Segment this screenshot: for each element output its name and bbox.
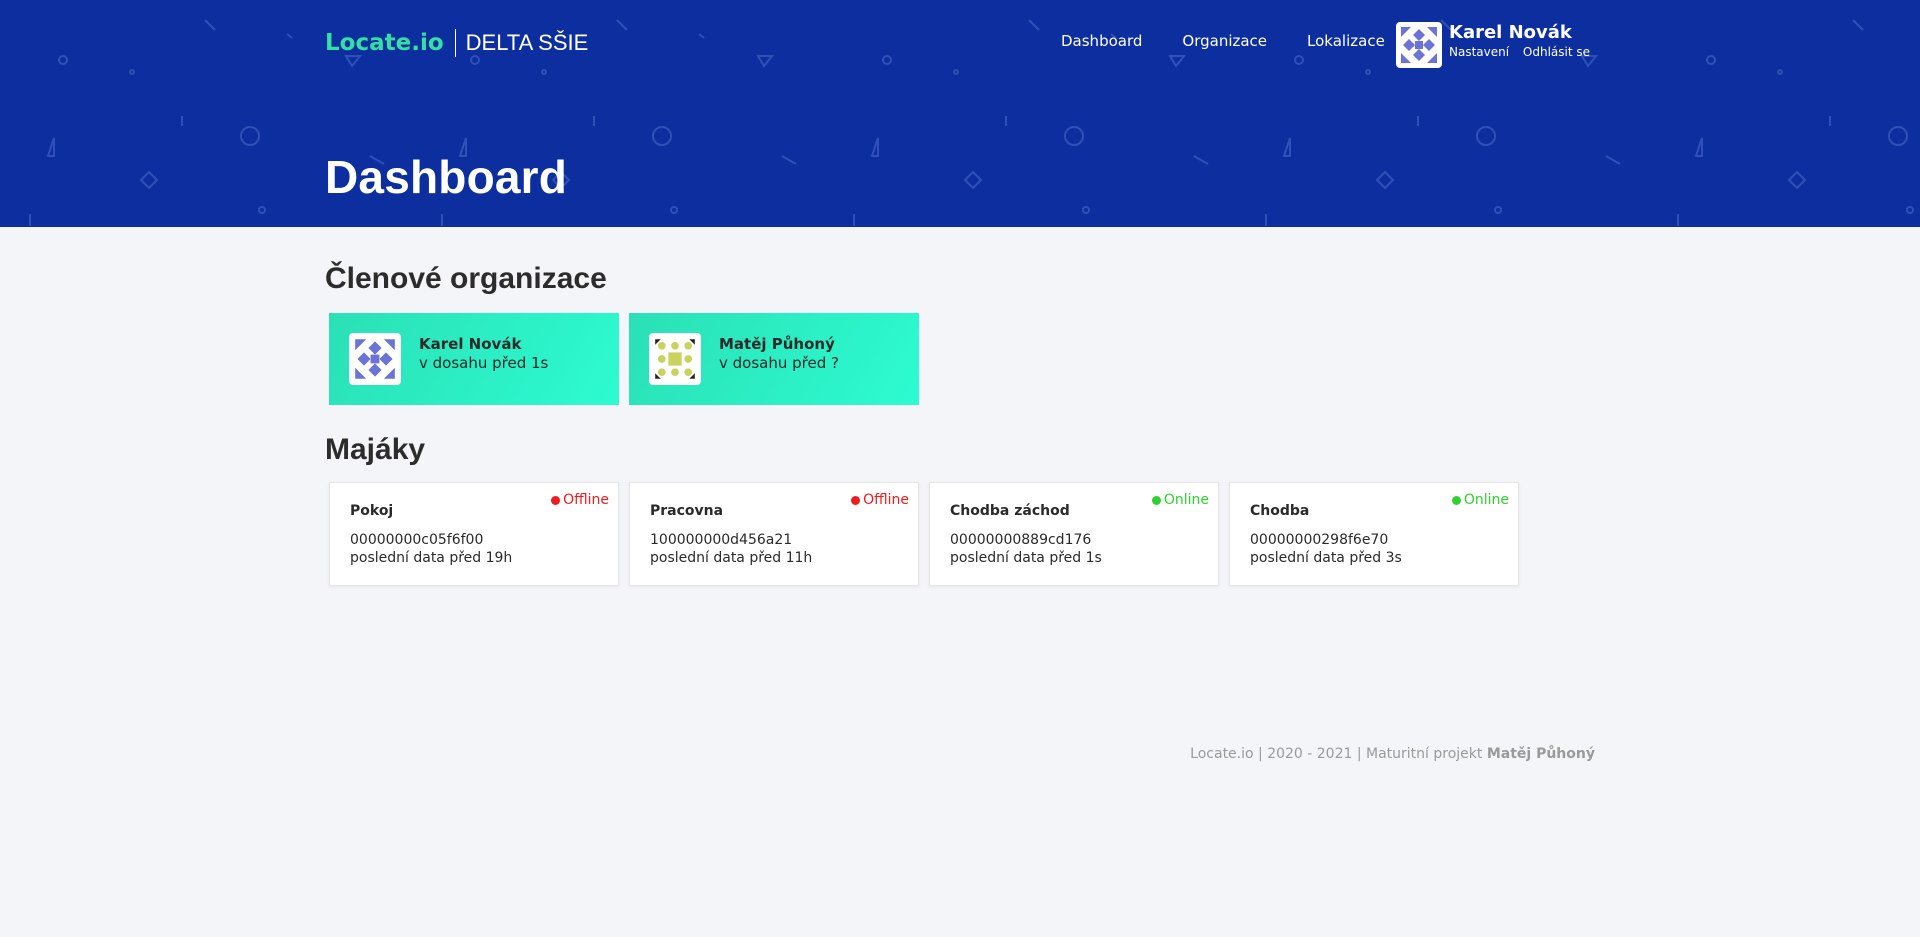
pattern-shape	[240, 126, 260, 146]
pattern-shape	[1888, 126, 1908, 146]
status-dot-icon	[551, 495, 561, 505]
pattern-shape	[1494, 206, 1502, 214]
status-badge: Offline	[851, 492, 909, 508]
status-badge: Online	[1451, 492, 1509, 508]
pattern-shape	[1193, 155, 1209, 165]
nav-item-organizace[interactable]: Organizace	[1182, 32, 1267, 50]
status-badge: Online	[1151, 492, 1209, 508]
beacon-last-data: poslední data před 19h	[350, 550, 513, 566]
beacon-card[interactable]: Offline Pokoj 00000000c05f6f00 poslední …	[329, 482, 619, 586]
pattern-shape	[139, 170, 159, 190]
pattern-shape	[1906, 206, 1914, 214]
pattern-shape	[1706, 55, 1716, 65]
brand-logo[interactable]: Locate.io	[325, 30, 444, 56]
pattern-shape	[670, 206, 678, 214]
footer: Locate.io | 2020 - 2021 | Maturitní proj…	[1000, 746, 1595, 762]
top-bar: Locate.io DELTA SŠIE Dashboard Organizac…	[325, 22, 1600, 82]
beacon-id: 00000000c05f6f00	[350, 532, 484, 548]
member-name: Matěj Půhoný	[719, 335, 835, 353]
pattern-shape	[1282, 137, 1291, 157]
member-avatar	[349, 333, 401, 385]
logout-link[interactable]: Odhlásit se	[1523, 45, 1590, 59]
brand-separator	[454, 29, 456, 57]
pattern-shape	[1082, 206, 1090, 214]
organization-name: DELTA SŠIE	[465, 30, 589, 55]
beacons-section-title: Majáky	[325, 433, 426, 466]
hero-header: Locate.io DELTA SŠIE Dashboard Organizac…	[0, 0, 1920, 227]
status-label: Offline	[863, 492, 909, 508]
member-last-seen: v dosahu před 1s	[419, 354, 549, 372]
status-dot-icon	[1451, 495, 1461, 505]
pattern-shape	[870, 137, 879, 157]
pattern-shape	[1777, 69, 1783, 75]
pattern-shape	[204, 19, 216, 31]
beacon-id: 00000000889cd176	[950, 532, 1092, 548]
footer-author: Matěj Půhoný	[1486, 746, 1595, 762]
pattern-shape	[1787, 170, 1807, 190]
beacon-card[interactable]: Online Chodba záchod 00000000889cd176 po…	[929, 482, 1219, 586]
beacon-id: 00000000298f6e70	[1250, 532, 1389, 548]
member-avatar	[649, 333, 701, 385]
member-card[interactable]: Matěj Půhoný v dosahu před ?	[629, 313, 919, 405]
pattern-shape	[963, 170, 983, 190]
beacon-card[interactable]: Offline Pracovna 100000000d456a21 posled…	[629, 482, 919, 586]
nav-item-lokalizace[interactable]: Lokalizace	[1307, 32, 1385, 50]
member-last-seen: v dosahu před ?	[719, 354, 839, 372]
beacon-last-data: poslední data před 11h	[650, 550, 813, 566]
beacon-name: Chodba	[1250, 503, 1310, 519]
pattern-shape	[1476, 126, 1496, 146]
status-badge: Offline	[551, 492, 609, 508]
user-links: Nastavení Odhlásit se	[1449, 45, 1600, 59]
member-name: Karel Novák	[419, 335, 522, 353]
pattern-shape	[781, 155, 797, 165]
pattern-shape	[46, 137, 55, 157]
beacon-name: Pokoj	[350, 503, 394, 519]
status-label: Online	[1163, 492, 1209, 508]
user-info: Karel Novák Nastavení Odhlásit se	[1449, 22, 1600, 68]
beacon-last-data: poslední data před 3s	[1250, 550, 1402, 566]
pattern-shape	[258, 206, 266, 214]
pattern-shape	[1694, 137, 1703, 157]
page-title: Dashboard	[325, 151, 568, 203]
pattern-shape	[1064, 126, 1084, 146]
main-nav: Dashboard Organizace Lokalizace	[1061, 32, 1425, 50]
status-dot-icon	[1151, 495, 1161, 505]
beacon-id: 100000000d456a21	[650, 532, 793, 548]
beacon-card[interactable]: Online Chodba 00000000298f6e70 poslední …	[1229, 482, 1519, 586]
member-card[interactable]: Karel Novák v dosahu před 1s	[329, 313, 619, 405]
identicon-icon	[1401, 27, 1437, 63]
beacon-last-data: poslední data před 1s	[950, 550, 1102, 566]
main-content: Členové organizace Karel Novák v dosahu …	[325, 262, 1600, 586]
identicon-icon	[655, 339, 695, 379]
status-label: Offline	[563, 492, 609, 508]
user-avatar[interactable]	[1396, 22, 1442, 68]
identicon-icon	[355, 339, 395, 379]
status-label: Online	[1463, 492, 1509, 508]
pattern-shape	[286, 33, 293, 39]
footer-text: Locate.io | 2020 - 2021 | Maturitní proj…	[1190, 746, 1483, 762]
brand: Locate.io DELTA SŠIE	[325, 26, 588, 60]
members-list: Karel Novák v dosahu před 1s Matěj Půhon…	[329, 313, 929, 405]
settings-link[interactable]: Nastavení	[1449, 45, 1509, 59]
status-dot-icon	[851, 495, 861, 505]
nav-item-dashboard[interactable]: Dashboard	[1061, 32, 1142, 50]
pattern-shape	[58, 55, 68, 65]
beacons-list: Offline Pokoj 00000000c05f6f00 poslední …	[329, 482, 1529, 586]
beacon-name: Pracovna	[650, 503, 724, 519]
pattern-shape	[129, 69, 135, 75]
beacon-name: Chodba záchod	[950, 503, 1070, 519]
pattern-shape	[652, 126, 672, 146]
pattern-shape	[1605, 155, 1621, 165]
user-name: Karel Novák	[1449, 22, 1572, 43]
pattern-shape	[1852, 19, 1864, 31]
members-section-title: Členové organizace	[325, 262, 607, 295]
pattern-shape	[1375, 170, 1395, 190]
user-menu: Karel Novák Nastavení Odhlásit se	[1396, 22, 1600, 68]
